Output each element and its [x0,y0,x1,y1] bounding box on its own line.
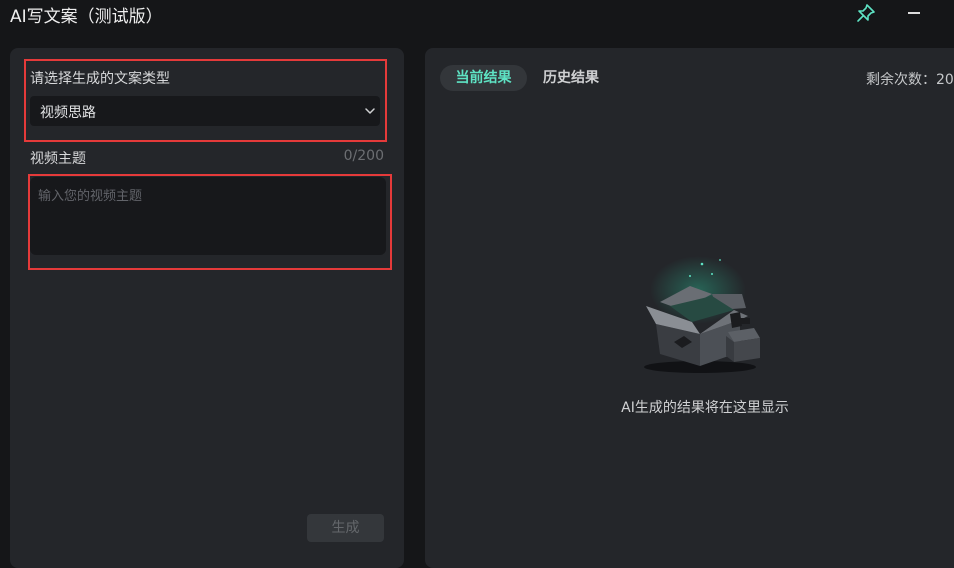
type-select[interactable]: 视频思路 [30,96,380,126]
topic-label: 视频主题 [30,151,86,167]
minimize-button[interactable] [904,3,924,23]
remaining-count: 剩余次数：20 [866,72,954,88]
left-panel [10,48,404,568]
topic-char-count: 0/200 [343,148,384,164]
pin-icon [857,4,875,22]
empty-state-text: AI生成的结果将在这里显示 [621,400,789,416]
type-label: 请选择生成的文案类型 [30,71,170,87]
tab-history-result[interactable]: 历史结果 [531,65,611,91]
pin-button[interactable] [856,3,876,23]
tab-current-result[interactable]: 当前结果 [440,65,527,91]
generate-button[interactable]: 生成 [307,514,384,542]
type-select-value: 视频思路 [40,105,96,121]
chevron-down-icon [365,108,375,114]
empty-box-icon [644,256,760,373]
minimize-icon [908,12,920,14]
title-bar: AI写文案（测试版） [0,0,954,30]
window-title: AI写文案（测试版） [10,7,163,27]
topic-input[interactable] [30,177,386,255]
